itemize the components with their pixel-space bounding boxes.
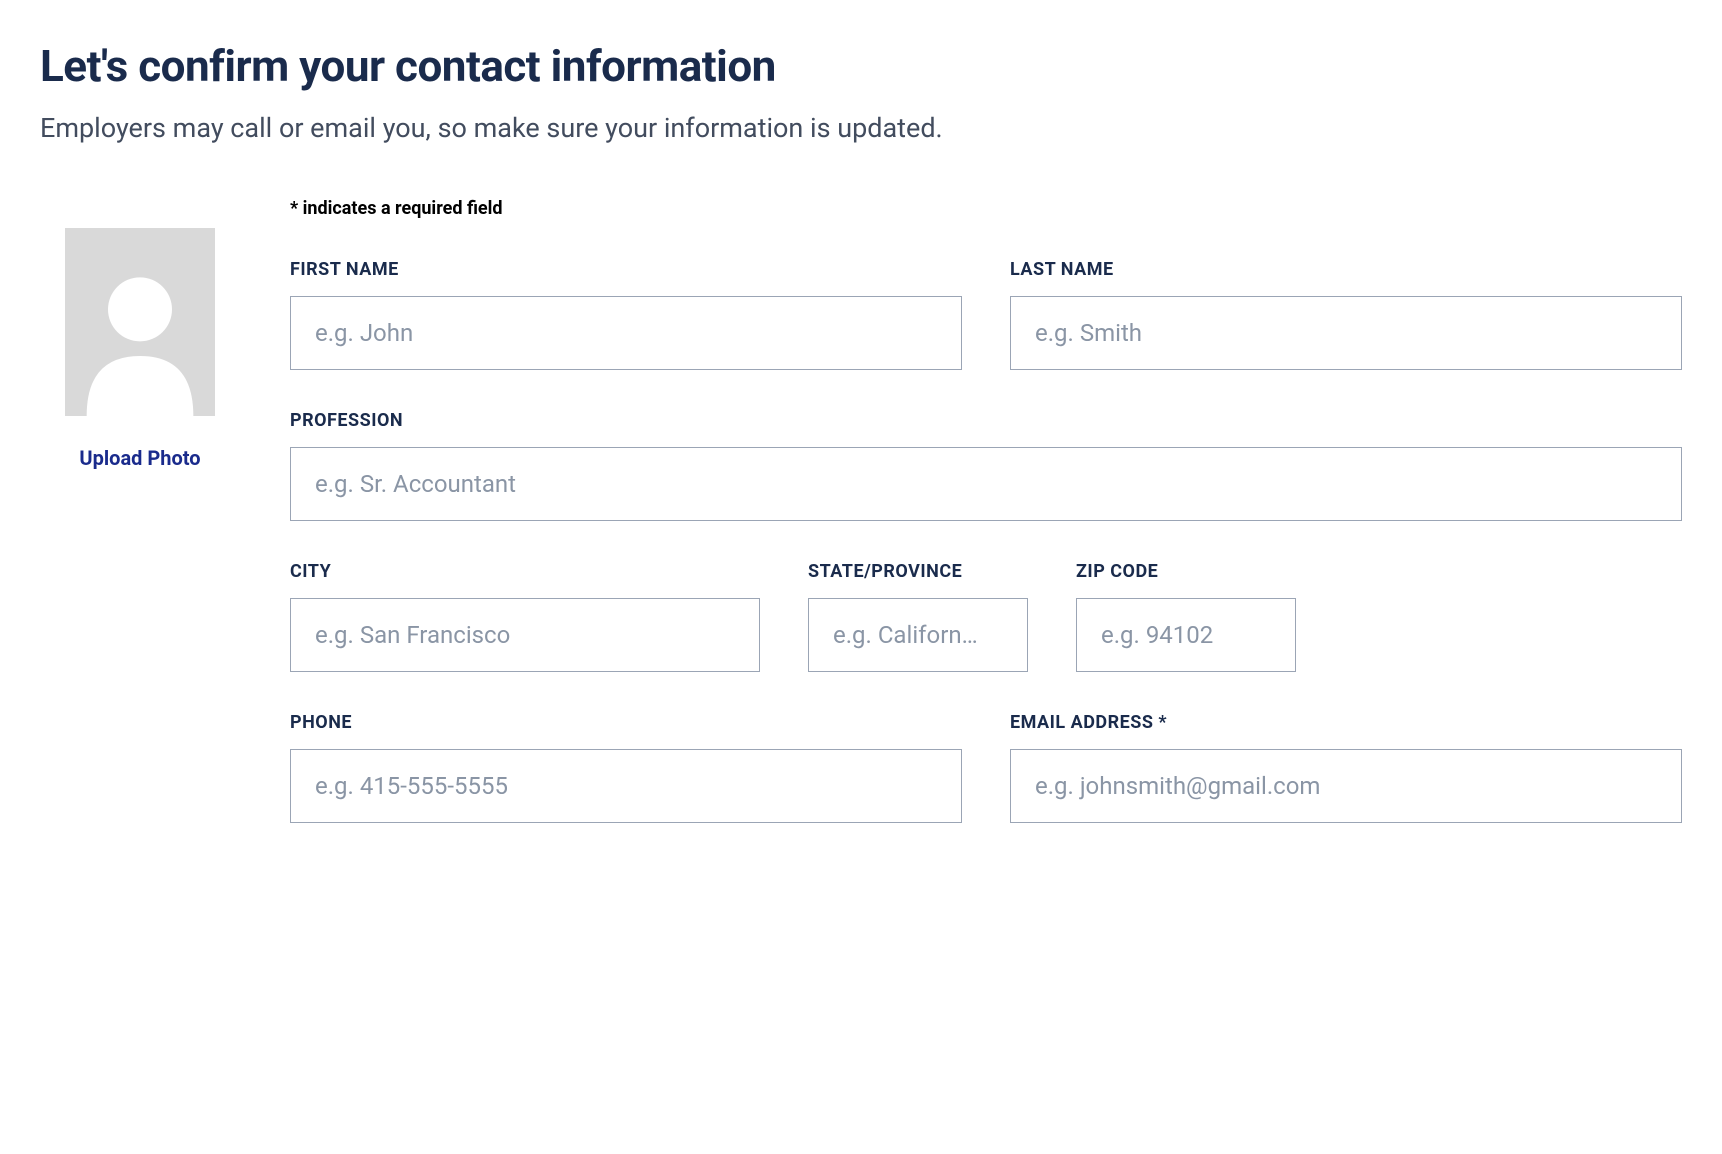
last-name-input[interactable] xyxy=(1010,296,1682,370)
location-row: CITY STATE/PROVINCE ZIP CODE xyxy=(290,561,1682,672)
email-input[interactable] xyxy=(1010,749,1682,823)
phone-input[interactable] xyxy=(290,749,962,823)
name-row: FIRST NAME LAST NAME xyxy=(290,259,1682,370)
page-title: Let's confirm your contact information xyxy=(40,40,1682,92)
upload-photo-link[interactable]: Upload Photo xyxy=(79,446,200,470)
zip-input[interactable] xyxy=(1076,598,1296,672)
city-input[interactable] xyxy=(290,598,760,672)
form-column: * indicates a required field FIRST NAME … xyxy=(290,198,1682,863)
profession-row: PROFESSION xyxy=(290,410,1682,521)
city-label: CITY xyxy=(290,561,760,582)
page-subtitle: Employers may call or email you, so make… xyxy=(40,110,1140,148)
state-input[interactable] xyxy=(808,598,1028,672)
last-name-label: LAST NAME xyxy=(1010,259,1682,280)
first-name-label: FIRST NAME xyxy=(290,259,962,280)
profession-group: PROFESSION xyxy=(290,410,1682,521)
state-label: STATE/PROVINCE xyxy=(808,561,1028,582)
state-group: STATE/PROVINCE xyxy=(808,561,1028,672)
last-name-group: LAST NAME xyxy=(1010,259,1682,370)
phone-label: PHONE xyxy=(290,712,962,733)
zip-group: ZIP CODE xyxy=(1076,561,1296,672)
phone-group: PHONE xyxy=(290,712,962,823)
email-group: EMAIL ADDRESS * xyxy=(1010,712,1682,823)
person-silhouette-icon xyxy=(70,256,210,416)
required-note: * indicates a required field xyxy=(290,198,1682,219)
email-label: EMAIL ADDRESS * xyxy=(1010,712,1682,733)
zip-label: ZIP CODE xyxy=(1076,561,1296,582)
photo-column: Upload Photo xyxy=(40,198,240,470)
avatar-placeholder xyxy=(65,228,215,416)
first-name-input[interactable] xyxy=(290,296,962,370)
first-name-group: FIRST NAME xyxy=(290,259,962,370)
profession-input[interactable] xyxy=(290,447,1682,521)
contact-row: PHONE EMAIL ADDRESS * xyxy=(290,712,1682,823)
form-wrapper: Upload Photo * indicates a required fiel… xyxy=(40,198,1682,863)
city-group: CITY xyxy=(290,561,760,672)
profession-label: PROFESSION xyxy=(290,410,1682,431)
